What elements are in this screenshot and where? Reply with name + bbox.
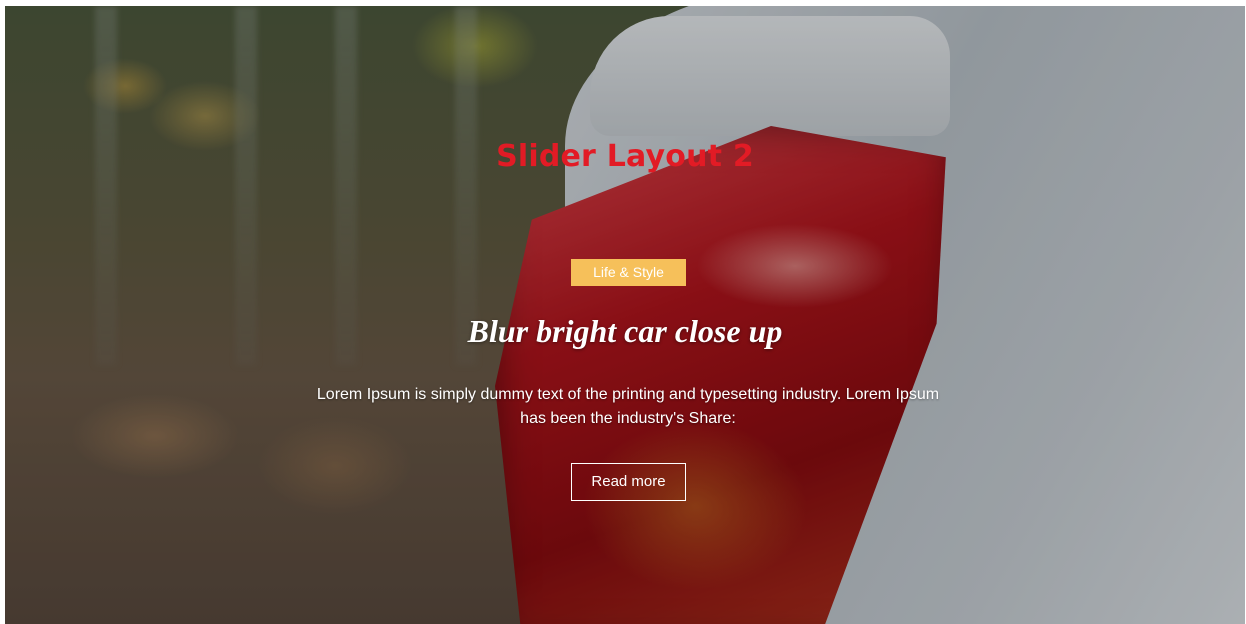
slider-layout-title: Slider Layout 2 <box>496 139 754 174</box>
hero-slider: Slider Layout 2 Life & Style Blur bright… <box>5 6 1245 624</box>
slide-title[interactable]: Blur bright car close up <box>5 313 1245 350</box>
read-more-button[interactable]: Read more <box>571 463 686 501</box>
category-badge[interactable]: Life & Style <box>571 259 686 286</box>
slide-excerpt: Lorem Ipsum is simply dummy text of the … <box>316 386 940 427</box>
